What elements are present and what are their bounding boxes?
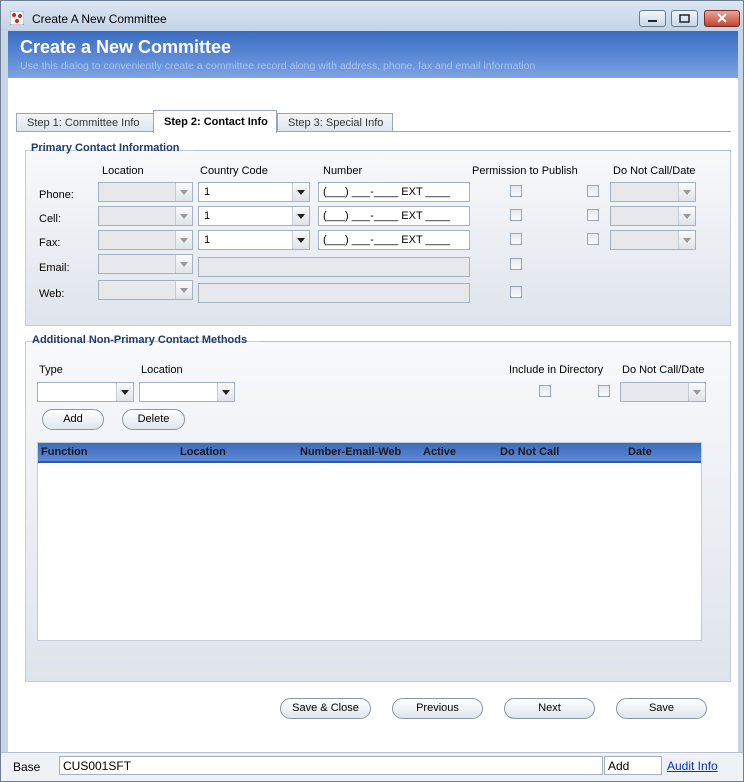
header-title: Create a New Committee: [20, 37, 232, 57]
chevron-down-icon: [175, 281, 192, 299]
email-label: Email:: [39, 262, 70, 274]
next-button[interactable]: Next: [504, 698, 595, 719]
country-code-header: Country Code: [200, 165, 268, 177]
additional-location-select[interactable]: [139, 382, 235, 402]
status-base-label: Base: [13, 760, 41, 774]
web-label: Web:: [39, 288, 65, 300]
status-mode-field: Add: [604, 756, 662, 775]
phone-country-select[interactable]: 1: [198, 182, 310, 202]
email-location-select[interactable]: [98, 254, 193, 274]
cell-country-select[interactable]: 1: [198, 206, 310, 226]
tab-committee-info[interactable]: Step 1: Committee Info: [16, 113, 154, 132]
include-directory-label: Include in Directory: [509, 364, 604, 376]
type-select[interactable]: [37, 382, 134, 402]
window-title: Create A New Committee: [32, 12, 167, 26]
chevron-down-icon: [688, 383, 705, 401]
chevron-down-icon: [292, 183, 309, 201]
grid-col-active[interactable]: Active: [423, 446, 456, 458]
app-icon: [10, 11, 24, 25]
grid-col-location[interactable]: Location: [180, 446, 226, 458]
cell-label: Cell:: [39, 213, 62, 225]
audit-info-link[interactable]: Audit Info: [667, 759, 718, 773]
permission-header: Permission to Publish: [472, 165, 578, 177]
cell-dnc-date[interactable]: [610, 206, 696, 226]
additional-dnc-date[interactable]: [620, 382, 706, 402]
cell-dnc-checkbox[interactable]: [587, 209, 599, 221]
dialog-header: Create a New Committee Use this dialog t…: [8, 31, 738, 78]
dialog-window: Create A New Committee Create a New Comm…: [0, 0, 744, 782]
cell-location-select[interactable]: [98, 206, 193, 226]
chevron-down-icon: [678, 183, 695, 201]
add-button[interactable]: Add: [42, 409, 104, 430]
include-directory-checkbox[interactable]: [539, 385, 551, 397]
close-button[interactable]: [704, 10, 740, 27]
previous-button[interactable]: Previous: [392, 698, 483, 719]
save-close-button[interactable]: Save & Close: [280, 698, 371, 719]
content-area: Step 1: Committee Info Step 2: Contact I…: [8, 78, 738, 752]
email-input[interactable]: [198, 257, 470, 277]
location-label: Location: [141, 364, 183, 376]
phone-location-select[interactable]: [98, 182, 193, 202]
phone-label: Phone:: [39, 189, 74, 201]
web-publish-checkbox[interactable]: [510, 286, 522, 298]
number-header: Number: [323, 165, 363, 177]
chevron-down-icon: [175, 255, 192, 273]
chevron-down-icon: [217, 383, 234, 401]
location-header: Location: [102, 165, 144, 177]
cell-publish-checkbox[interactable]: [510, 209, 522, 221]
chevron-down-icon: [678, 207, 695, 225]
grid-col-date[interactable]: Date: [628, 446, 652, 458]
fax-publish-checkbox[interactable]: [510, 233, 522, 245]
phone-number-input[interactable]: (___) ___-____ EXT ____: [318, 182, 470, 202]
chevron-down-icon: [292, 231, 309, 249]
chevron-down-icon: [175, 207, 192, 225]
fax-country-select[interactable]: 1: [198, 230, 310, 250]
web-input[interactable]: [198, 283, 470, 303]
maximize-button[interactable]: [671, 10, 698, 27]
grid-header: Function Location Number-Email-Web Activ…: [38, 443, 701, 463]
web-location-select[interactable]: [98, 280, 193, 300]
save-button[interactable]: Save: [616, 698, 707, 719]
fax-label: Fax:: [39, 237, 61, 249]
chevron-down-icon: [175, 231, 192, 249]
fax-dnc-checkbox[interactable]: [587, 233, 599, 245]
dnc-date-label: Do Not Call/Date: [622, 364, 705, 376]
header-subtitle: Use this dialog to conveniently create a…: [20, 60, 536, 72]
primary-contact-title: Primary Contact Information: [31, 142, 180, 154]
fax-dnc-date[interactable]: [610, 230, 696, 250]
tab-special-info[interactable]: Step 3: Special Info: [277, 113, 393, 132]
tab-panel: Primary Contact Information Location Cou…: [16, 131, 731, 752]
maximize-icon: [679, 14, 690, 23]
status-user-field: CUS001SFT: [59, 756, 603, 775]
tab-contact-info[interactable]: Step 2: Contact Info: [153, 110, 277, 133]
type-label: Type: [39, 364, 63, 376]
minimize-icon: [648, 20, 657, 22]
phone-dnc-date[interactable]: [610, 182, 696, 202]
email-publish-checkbox[interactable]: [510, 258, 522, 270]
grid-col-function[interactable]: Function: [41, 446, 87, 458]
cell-number-input[interactable]: (___) ___-____ EXT ____: [318, 206, 470, 226]
status-bar: Base CUS001SFT Add Audit Info: [1, 752, 743, 781]
additional-contact-title: Additional Non-Primary Contact Methods: [32, 334, 248, 346]
grid-col-do-not-call[interactable]: Do Not Call: [500, 446, 559, 458]
grid-col-number[interactable]: Number-Email-Web: [300, 446, 401, 458]
phone-dnc-checkbox[interactable]: [587, 185, 599, 197]
chevron-down-icon: [678, 231, 695, 249]
fax-number-input[interactable]: (___) ___-____ EXT ____: [318, 230, 470, 250]
phone-publish-checkbox[interactable]: [510, 185, 522, 197]
do-not-call-header: Do Not Call/Date: [613, 165, 696, 177]
fax-location-select[interactable]: [98, 230, 193, 250]
delete-button[interactable]: Delete: [122, 409, 185, 430]
close-icon: [717, 13, 727, 23]
chevron-down-icon: [116, 383, 133, 401]
additional-dnc-checkbox[interactable]: [598, 385, 610, 397]
contact-methods-grid[interactable]: Function Location Number-Email-Web Activ…: [37, 442, 702, 641]
chevron-down-icon: [292, 207, 309, 225]
title-bar[interactable]: Create A New Committee: [1, 1, 743, 31]
minimize-button[interactable]: [639, 10, 666, 27]
chevron-down-icon: [175, 183, 192, 201]
